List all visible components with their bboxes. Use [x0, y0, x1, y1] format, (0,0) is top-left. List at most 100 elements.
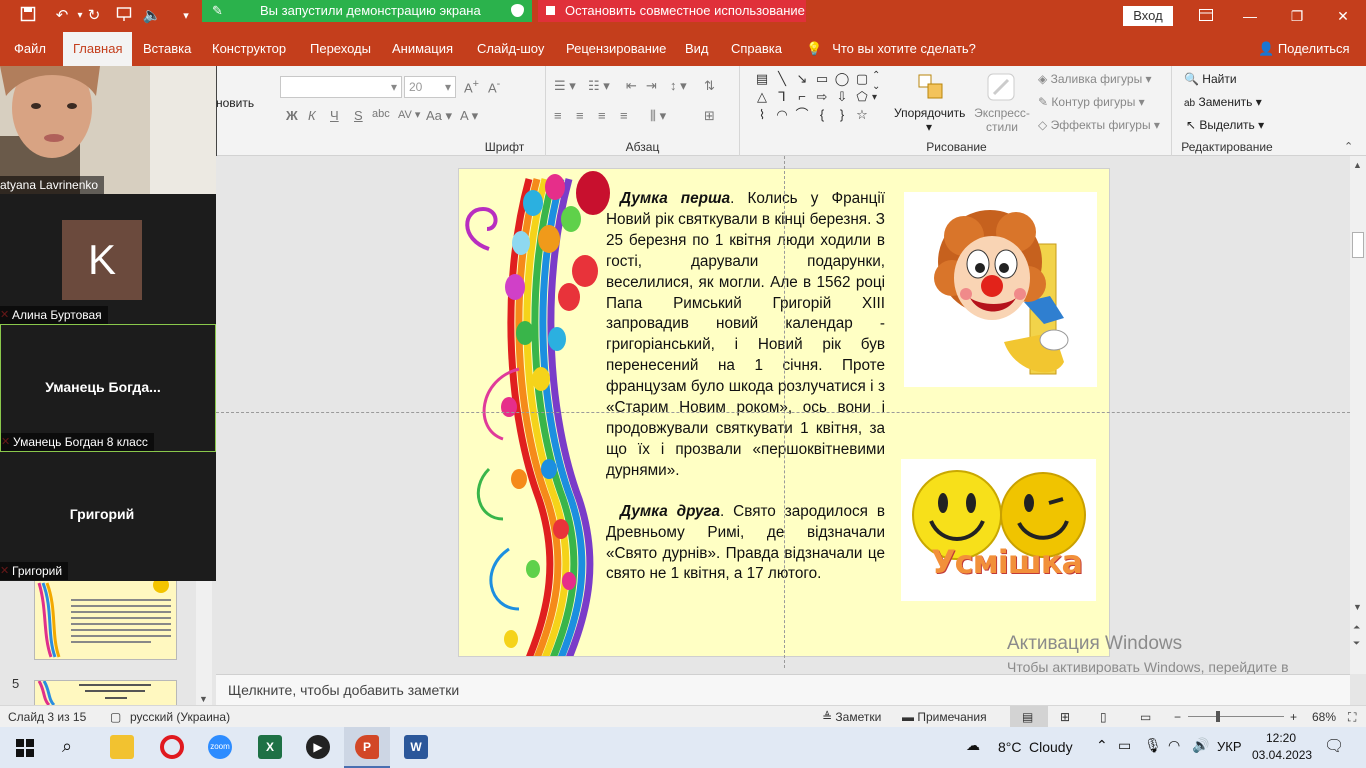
input-language[interactable]: УКР — [1217, 739, 1242, 754]
participant-tile-4[interactable]: Григорий ✕ Григорий — [0, 452, 216, 580]
notes-placeholder[interactable]: Щелкните, чтобы добавить заметки — [228, 682, 459, 698]
shapes-gallery[interactable]: ▤ ╲ ↘ ▭ ◯ ▢ △ ⅂ ⌐ ⇨ ⇩ ⬠ ⌇ ◠ ⌒{} ☆ — [752, 70, 876, 124]
font-size-combo[interactable]: 20 ▾ — [404, 76, 456, 98]
numbering-icon[interactable]: ☷ ▾ — [588, 78, 610, 94]
pentagon-shape-icon[interactable]: ⬠ — [852, 88, 872, 106]
arrow-line-shape-icon[interactable]: ↘ — [792, 70, 812, 88]
bullets-icon[interactable]: ☰ ▾ — [554, 78, 576, 94]
scroll-down-icon[interactable]: ▼ — [199, 694, 208, 704]
bold-icon[interactable]: Ж — [286, 108, 298, 123]
microphone-icon[interactable]: 🎙 — [1144, 737, 1162, 754]
horizontal-guide[interactable] — [216, 412, 1350, 413]
pencil-icon[interactable]: ✎ — [212, 0, 223, 22]
language-indicator[interactable]: русский (Украина) — [130, 710, 230, 724]
grow-font-icon[interactable]: A+ — [464, 78, 479, 95]
text-direction-icon[interactable]: ⇅ — [704, 78, 715, 94]
arrange-icon[interactable] — [918, 74, 944, 103]
redo-icon[interactable]: ↻ — [84, 6, 104, 26]
smiley-image[interactable]: Усмішка — [901, 459, 1096, 601]
signin-button[interactable]: Вход — [1123, 6, 1173, 26]
brace-right-shape-icon[interactable]: } — [832, 106, 852, 124]
windows-start-icon[interactable] — [16, 739, 34, 760]
opera-icon[interactable] — [160, 735, 184, 759]
italic-icon[interactable]: К — [308, 108, 316, 123]
oval-shape-icon[interactable]: ◯ — [832, 70, 852, 88]
quick-styles-label[interactable]: Экспресс-стили — [970, 106, 1034, 134]
replace-button[interactable]: ab Заменить ▾ — [1184, 95, 1262, 109]
restore-icon[interactable]: ❐ — [1287, 6, 1307, 26]
clock-date[interactable]: 03.04.2023 — [1252, 748, 1312, 762]
spellcheck-icon[interactable]: ▢ — [110, 710, 121, 724]
notes-toggle[interactable]: ≜ Заметки — [822, 710, 881, 724]
shape-effects-button[interactable]: ◇ Эффекты фигуры ▾ — [1038, 118, 1160, 132]
columns-icon[interactable]: ⫼ ▾ — [650, 108, 666, 124]
file-explorer-icon[interactable] — [110, 735, 134, 759]
weather-cloud-icon[interactable]: ☁ — [966, 737, 980, 754]
font-color-icon[interactable]: A ▾ — [460, 108, 478, 124]
decrease-indent-icon[interactable]: ⇤ — [626, 78, 637, 94]
zoom-slider-thumb[interactable] — [1216, 711, 1220, 722]
share-button[interactable]: 👤 Поделиться — [1258, 32, 1350, 66]
right-arrow-shape-icon[interactable]: ⇨ — [812, 88, 832, 106]
triangle-shape-icon[interactable]: △ — [752, 88, 772, 106]
weather-condition[interactable]: Cloudy — [1029, 739, 1073, 755]
collapse-ribbon-icon[interactable]: ⌃ — [1344, 140, 1353, 153]
reading-view-icon[interactable]: ▯ — [1100, 710, 1107, 724]
justify-icon[interactable]: ≡ — [620, 108, 628, 123]
select-button[interactable]: ↖ Выделить ▾ — [1186, 118, 1264, 132]
speaker-icon[interactable]: 🔈 — [142, 6, 162, 26]
align-center-icon[interactable]: ≡ — [576, 108, 584, 123]
tab-design[interactable]: Конструктор — [212, 32, 286, 66]
scroll-thumb[interactable] — [1352, 232, 1364, 258]
align-right-icon[interactable]: ≡ — [598, 108, 606, 123]
slideshow-view-icon[interactable]: ▭ — [1140, 710, 1151, 724]
scroll-down-icon[interactable]: ▼ — [1353, 602, 1362, 612]
slide-text-box[interactable]: Думка перша. Колись у Франції Новий рік … — [606, 189, 885, 605]
align-left-icon[interactable]: ≡ — [554, 108, 562, 123]
arrange-dropdown-icon[interactable]: ▾ — [926, 120, 932, 134]
font-name-combo[interactable]: ▾ — [280, 76, 402, 98]
underline-icon[interactable]: Ч — [330, 108, 339, 123]
clown-image[interactable] — [904, 192, 1097, 387]
arc-shape-icon[interactable]: ⌒ — [792, 106, 812, 124]
show-hidden-icons[interactable]: ⌃ — [1096, 737, 1108, 754]
zoom-slider[interactable] — [1188, 716, 1284, 717]
clock-time[interactable]: 12:20 — [1266, 731, 1296, 745]
tab-transitions[interactable]: Переходы — [310, 32, 371, 66]
elbow-shape-icon[interactable]: ⅂ — [772, 88, 792, 106]
tab-view[interactable]: Вид — [685, 32, 709, 66]
participant-tile-1[interactable]: atyana Lavrinenko — [0, 58, 216, 194]
tab-home[interactable]: Главная — [63, 32, 133, 66]
wifi-icon[interactable]: ◠ — [1168, 737, 1180, 754]
slide-thumbnail-4[interactable] — [34, 577, 177, 660]
vertical-guide[interactable] — [784, 156, 785, 668]
tell-me-search[interactable]: 💡 Что вы хотите сделать? — [806, 32, 976, 66]
tab-review[interactable]: Рецензирование — [566, 32, 666, 66]
down-arrow-shape-icon[interactable]: ⇩ — [832, 88, 852, 106]
rounded-rect-shape-icon[interactable]: ▢ — [852, 70, 872, 88]
shape-outline-button[interactable]: ✎ Контур фигуры ▾ — [1038, 95, 1145, 109]
zoom-out-icon[interactable]: − — [1174, 710, 1181, 724]
word-icon[interactable]: W — [404, 735, 428, 759]
shapes-more-icon[interactable]: ⌃ ⌄ ▾ — [872, 70, 880, 103]
brace-left-shape-icon[interactable]: { — [812, 106, 832, 124]
find-button[interactable]: 🔍 Найти — [1184, 72, 1237, 86]
line-shape-icon[interactable]: ╲ — [772, 70, 792, 88]
temperature[interactable]: 8°C — [998, 739, 1022, 755]
comments-toggle[interactable]: ▬ Примечания — [902, 710, 987, 724]
start-slideshow-icon[interactable] — [114, 6, 134, 26]
tab-help[interactable]: Справка — [731, 32, 782, 66]
restore-partial-label[interactable]: новить — [216, 96, 254, 110]
ribbon-display-options-icon[interactable] — [1196, 6, 1216, 26]
powerpoint-taskbar-button[interactable]: P — [344, 727, 390, 768]
customize-toolbar-icon[interactable]: ▾ — [176, 6, 196, 26]
battery-icon[interactable]: ▭ — [1118, 737, 1131, 754]
textbox-shape-icon[interactable]: ▤ — [752, 70, 772, 88]
tab-insert[interactable]: Вставка — [143, 32, 191, 66]
tab-file[interactable]: Файл — [14, 32, 46, 66]
notes-pane[interactable]: Щелкните, чтобы добавить заметки — [216, 674, 1350, 705]
connector-shape-icon[interactable]: ⌐ — [792, 88, 812, 106]
excel-icon[interactable]: X — [258, 735, 282, 759]
search-icon[interactable]: ⌕ — [62, 736, 72, 757]
increase-indent-icon[interactable]: ⇥ — [646, 78, 657, 94]
